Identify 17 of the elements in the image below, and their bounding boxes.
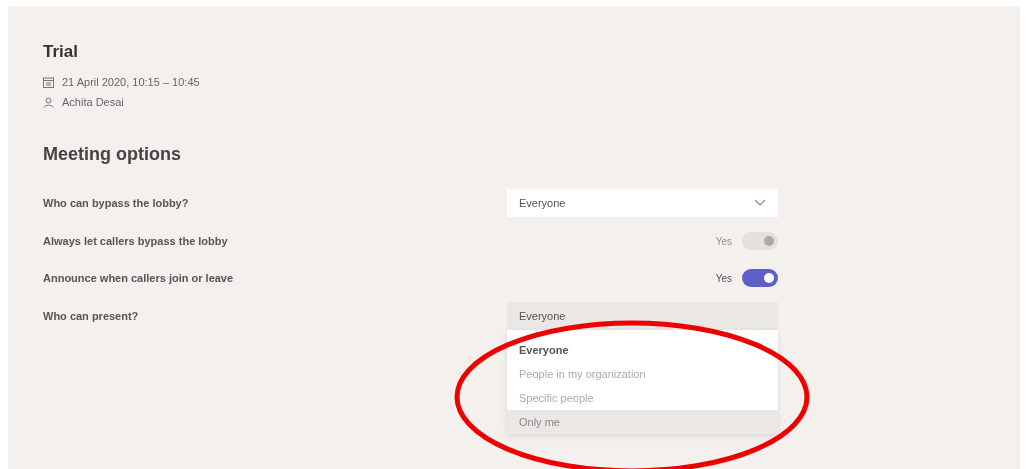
toggle-label: Yes <box>715 272 732 284</box>
meeting-time: 21 April 2020, 10:15 – 10:45 <box>62 76 200 88</box>
organizer-name: Achita Desai <box>62 96 124 108</box>
option-label: Announce when callers join or leave <box>43 272 235 284</box>
chevron-down-icon <box>754 199 766 207</box>
calendar-icon <box>43 76 54 88</box>
section-title: Meeting options <box>43 144 182 165</box>
meeting-title: Trial <box>43 42 79 62</box>
toggle-switch[interactable] <box>742 269 778 287</box>
option-label: Who can bypass the lobby? <box>43 197 190 209</box>
toggle-label: Yes <box>715 235 732 247</box>
option-label: Always let callers bypass the lobby <box>43 235 229 247</box>
dropdown[interactable]: Everyone <box>507 189 778 217</box>
person-icon <box>43 96 54 108</box>
option-label: Who can present? <box>43 310 140 322</box>
dropdown[interactable]: Everyone <box>507 302 778 330</box>
menu-option[interactable]: Everyone <box>507 338 778 362</box>
